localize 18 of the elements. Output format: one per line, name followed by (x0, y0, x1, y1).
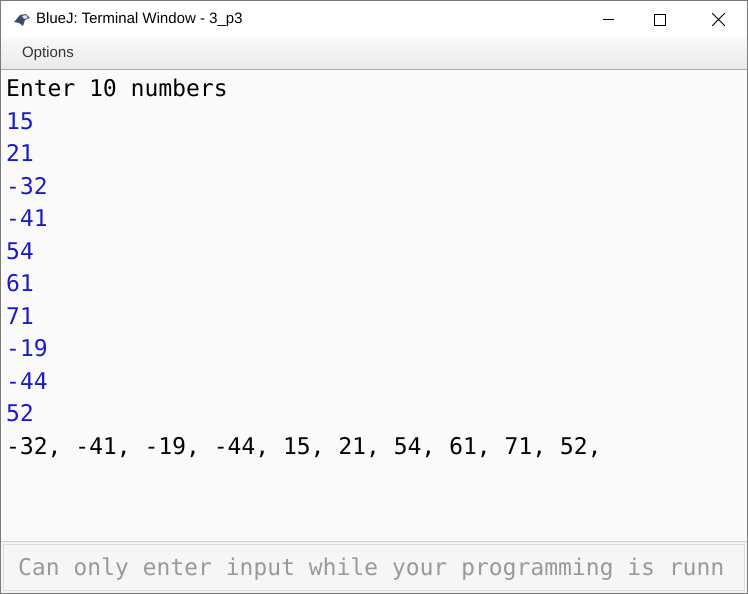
window-title: BlueJ: Terminal Window - 3_p3 (36, 9, 242, 30)
input-line: 15 (6, 108, 34, 136)
minimize-icon (602, 19, 614, 20)
input-line: -41 (6, 205, 48, 234)
output-line: -32, -41, -19, -44, 15, 21, 54, 61, 71, 52, (6, 432, 602, 462)
input-line: 71 (6, 302, 34, 332)
input-line: -19 (6, 335, 48, 364)
output-line: Enter 10 numbers (6, 75, 228, 104)
input-line: 52 (6, 400, 34, 429)
input-line: -44 (6, 368, 48, 396)
input-line: 21 (6, 140, 34, 169)
close-icon (712, 13, 724, 26)
input-line: 54 (6, 238, 34, 266)
input-line: -32 (6, 172, 48, 202)
menu-item[interactable]: Options (16, 42, 80, 65)
maximize-icon (654, 14, 666, 26)
input-line: 61 (6, 270, 34, 299)
bird-icon (12, 12, 32, 28)
